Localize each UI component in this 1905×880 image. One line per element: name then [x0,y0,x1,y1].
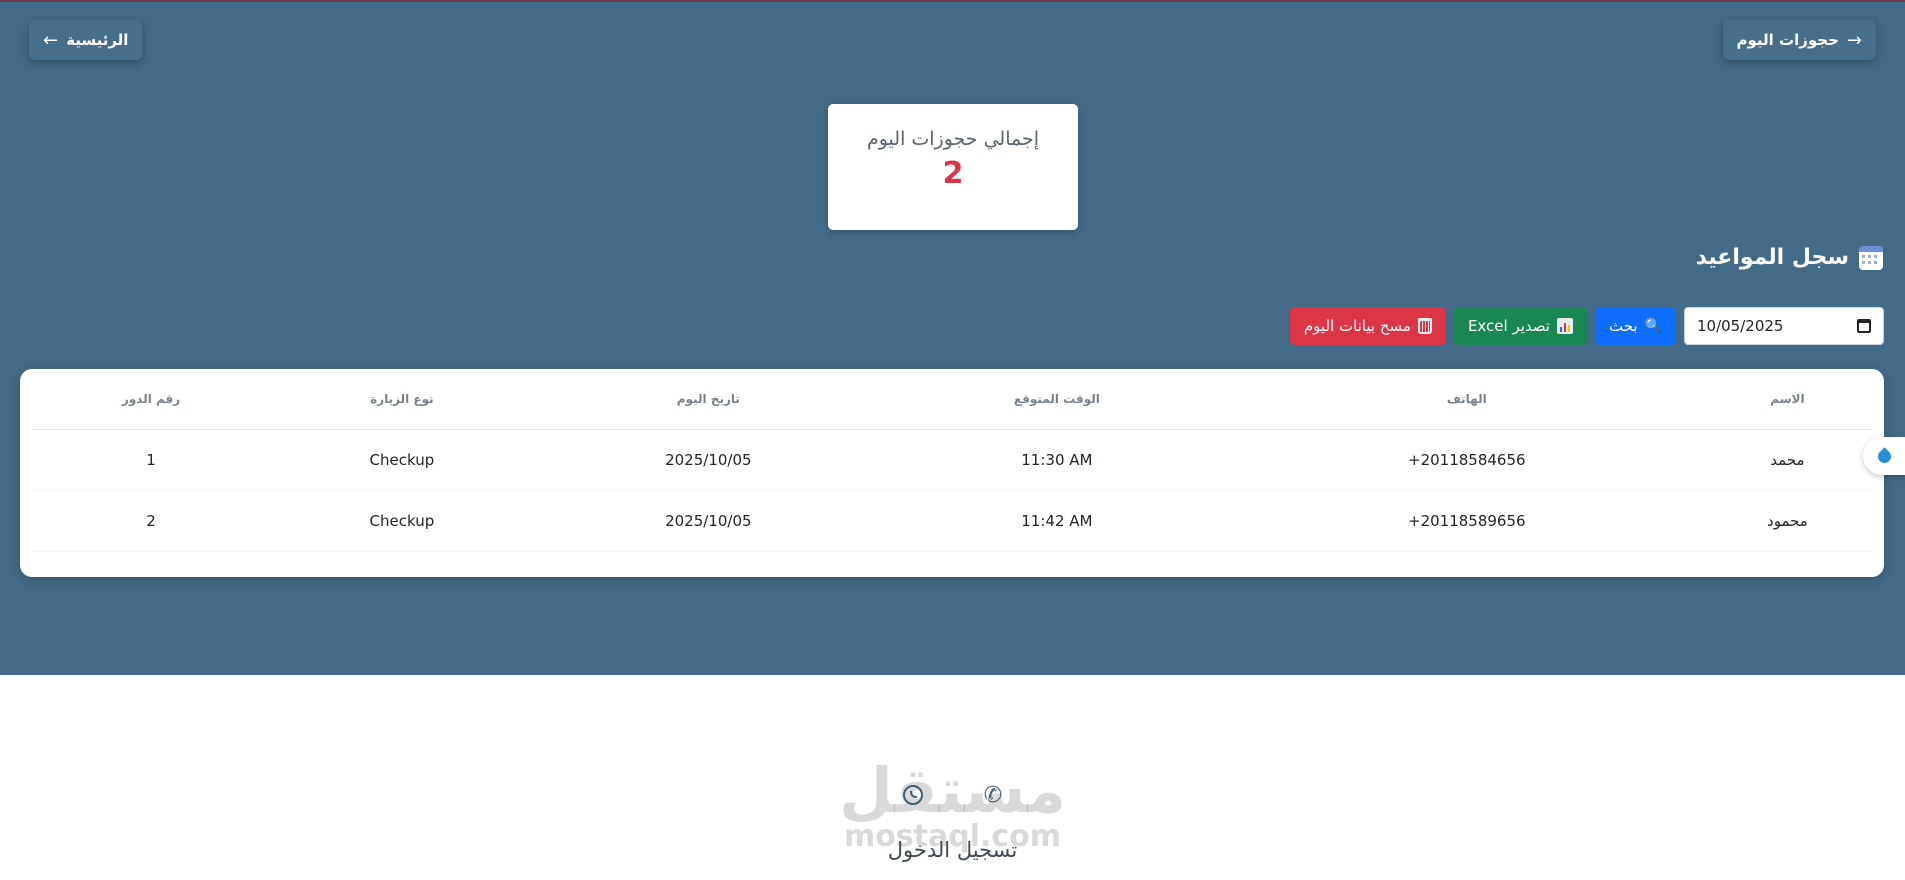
trash-icon [1417,318,1432,334]
appointments-log-heading: سجل المواعيد [1696,245,1883,270]
cell-phone: +20118589656 [1230,490,1703,552]
cell-visit-type: Checkup [270,490,534,552]
hero-section: → حجوزات اليوم الرئيسية ← إجمالي حجوزات … [0,0,1905,675]
header-queue-number: رقم الدور [32,369,271,430]
water-drop-icon [1874,446,1894,466]
filter-toolbar: 10/05/2025 🔍 بحث تصدير Excel مسح بيانات … [1289,307,1884,345]
cell-name: محمود [1702,490,1872,552]
whatsapp-link[interactable] [898,780,928,810]
table-header-row: الاسم الهاتف الوقت المتوقع تاريخ اليوم ن… [32,369,1872,430]
cell-phone: +20118584656 [1230,429,1703,491]
export-excel-button[interactable]: تصدير Excel [1453,307,1587,345]
arrow-left-icon: ← [43,29,59,51]
home-button[interactable]: الرئيسية ← [29,20,143,60]
header-expected-time: الوقت المتوقع [883,369,1231,430]
header-visit-type: نوع الزيارة [270,369,534,430]
bar-chart-icon [1556,318,1573,334]
arrow-right-icon: → [1846,29,1862,51]
home-label: الرئيسية [66,31,129,49]
date-value: 10/05/2025 [1697,317,1784,335]
date-input[interactable]: 10/05/2025 [1684,307,1884,345]
total-bookings-title: إجمالي حجوزات اليوم [866,128,1040,150]
cell-queue: 2 [32,490,271,552]
login-link[interactable]: تسجيل الدخول [0,838,1905,862]
appointments-log-title: سجل المواعيد [1695,245,1849,270]
table-row: محمد +20118584656 11:30 AM 2025/10/05 Ch… [32,429,1872,491]
contact-icons: ✆ [898,780,1008,810]
cell-time: 11:42 AM [883,490,1231,552]
appointments-table: الاسم الهاتف الوقت المتوقع تاريخ اليوم ن… [32,369,1872,552]
cell-name: محمد [1702,429,1872,491]
header-name: الاسم [1702,369,1872,430]
cell-visit-type: Checkup [270,429,534,491]
accessibility-widget-button[interactable] [1863,437,1905,475]
clear-today-button[interactable]: مسح بيانات اليوم [1289,307,1446,345]
date-picker-icon[interactable] [1857,319,1871,333]
cell-date: 2025/10/05 [533,490,884,552]
cell-queue: 1 [32,429,271,491]
whatsapp-icon [903,785,923,805]
total-bookings-count: 2 [942,156,964,191]
search-button[interactable]: 🔍 بحث [1594,307,1676,345]
today-bookings-button[interactable]: → حجوزات اليوم [1722,20,1876,60]
search-icon: 🔍 [1644,318,1662,334]
calendar-icon [1859,245,1883,270]
cell-date: 2025/10/05 [533,429,884,491]
total-bookings-card: إجمالي حجوزات اليوم 2 [828,104,1078,230]
export-excel-label: تصدير Excel [1467,317,1550,335]
table-row: محمود +20118589656 11:42 AM 2025/10/05 C… [32,490,1872,552]
search-label: بحث [1608,317,1638,335]
clear-today-label: مسح بيانات اليوم [1303,317,1411,335]
header-date: تاريخ اليوم [533,369,884,430]
appointments-table-card: الاسم الهاتف الوقت المتوقع تاريخ اليوم ن… [20,369,1884,577]
today-bookings-label: حجوزات اليوم [1736,31,1839,49]
footer: مستقل mostaql.com ✆ تسجيل الدخول [0,675,1905,880]
phone-icon[interactable]: ✆ [978,780,1008,810]
header-phone: الهاتف [1230,369,1703,430]
cell-time: 11:30 AM [883,429,1231,491]
